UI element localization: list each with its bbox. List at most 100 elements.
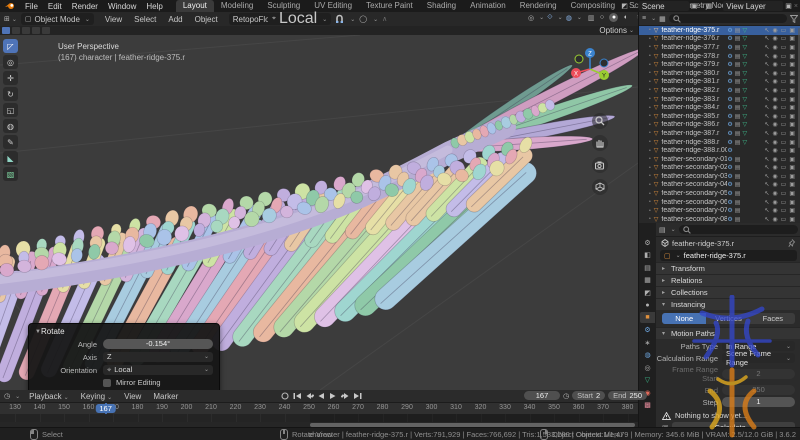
disable-viewport-icon[interactable]: ▭	[781, 27, 787, 34]
disable-render-icon[interactable]: ▣	[789, 173, 795, 180]
properties-tab-physics[interactable]: ◍	[640, 350, 655, 361]
disable-render-icon[interactable]: ▣	[789, 61, 795, 68]
hide-viewport-icon[interactable]: ◉	[772, 96, 777, 103]
hide-viewport-icon[interactable]: ◉	[772, 53, 777, 60]
disable-render-icon[interactable]: ▣	[789, 164, 795, 171]
disable-viewport-icon[interactable]: ▭	[781, 70, 787, 77]
hide-viewport-icon[interactable]: ◉	[772, 44, 777, 51]
disable-viewport-icon[interactable]: ▭	[781, 44, 787, 51]
disable-viewport-icon[interactable]: ▭	[781, 181, 787, 188]
hide-viewport-icon[interactable]: ◉	[772, 147, 777, 154]
properties-tab-texture[interactable]: ▩	[640, 400, 655, 411]
timeline-ruler[interactable]: 1301401501601701801902002102202302402502…	[0, 403, 638, 414]
selectable-toggle-icon[interactable]: ↖	[764, 199, 769, 206]
hide-viewport-icon[interactable]: ◉	[772, 156, 777, 163]
properties-tab-tool[interactable]: ⚙	[640, 237, 655, 248]
outliner-item[interactable]: •▽feather-secondary-03.r⚙▤↖◉▭▣	[639, 172, 800, 181]
zoom-tool-icon[interactable]	[592, 113, 608, 129]
selectable-toggle-icon[interactable]: ↖	[764, 147, 769, 154]
selectable-toggle-icon[interactable]: ↖	[764, 139, 769, 146]
properties-tab-output[interactable]: ▤	[640, 262, 655, 273]
start-frame-field[interactable]: Start2	[572, 391, 605, 400]
properties-tab-world[interactable]: ●	[640, 300, 655, 311]
disable-viewport-icon[interactable]: ▭	[781, 164, 787, 171]
scene-selector[interactable]: Scene	[639, 1, 689, 11]
hide-viewport-icon[interactable]: ◉	[772, 87, 777, 94]
disable-viewport-icon[interactable]: ▭	[781, 216, 787, 223]
outliner-item[interactable]: •▽feather-ridge-379.r⚙▤▽↖◉▭▣	[639, 60, 800, 69]
instancing-option-faces[interactable]: Faces	[751, 313, 795, 324]
hide-viewport-icon[interactable]: ◉	[772, 113, 777, 120]
disable-viewport-icon[interactable]: ▭	[781, 104, 787, 111]
disable-render-icon[interactable]: ▣	[789, 96, 795, 103]
hide-viewport-icon[interactable]: ◉	[772, 70, 777, 77]
next-keyframe-icon[interactable]	[340, 391, 350, 400]
selectable-toggle-icon[interactable]: ↖	[764, 181, 769, 188]
hide-viewport-icon[interactable]: ◉	[772, 139, 777, 146]
snap-magnet-icon[interactable]	[335, 14, 344, 24]
tool-rotate[interactable]: ↻	[3, 87, 18, 101]
current-frame-field[interactable]: 167	[524, 391, 560, 400]
camera-view-icon[interactable]	[592, 157, 608, 173]
outliner-item[interactable]: •▽feather-ridge-381.r⚙▤▽↖◉▭▣	[639, 78, 800, 87]
selectable-toggle-icon[interactable]: ↖	[764, 130, 769, 137]
outliner-item[interactable]: •▽feather-secondary-01.r⚙▤↖◉▭▣	[639, 155, 800, 164]
outliner-item[interactable]: •▽feather-ridge-385.r⚙▤▽↖◉▭▣	[639, 112, 800, 121]
disable-viewport-icon[interactable]: ▭	[781, 61, 787, 68]
selectable-toggle-icon[interactable]: ↖	[764, 216, 769, 223]
disable-viewport-icon[interactable]: ▭	[781, 113, 787, 120]
calc-range-dropdown[interactable]: Scene Frame Range⌄	[722, 353, 795, 363]
disable-render-icon[interactable]: ▣	[789, 139, 795, 146]
shading-wireframe-icon[interactable]: ○	[597, 13, 606, 22]
properties-search-input[interactable]	[679, 225, 798, 234]
select-mode-intersect[interactable]	[42, 27, 50, 34]
selectable-toggle-icon[interactable]: ↖	[764, 96, 769, 103]
outliner-item[interactable]: •▽feather-ridge-380.r⚙▤▽↖◉▭▣	[639, 69, 800, 78]
shading-material-icon[interactable]: ◐	[621, 13, 630, 22]
disable-viewport-icon[interactable]: ▭	[781, 35, 787, 42]
disable-render-icon[interactable]: ▣	[789, 207, 795, 214]
selectable-toggle-icon[interactable]: ↖	[764, 53, 769, 60]
disable-viewport-icon[interactable]: ▭	[781, 121, 787, 128]
workspace-tab-texture-paint[interactable]: Texture Paint	[359, 0, 420, 12]
tool-select-box[interactable]: ◸	[3, 39, 18, 53]
panel-instancing[interactable]: ▾Instancing	[656, 298, 800, 310]
step-field[interactable]: 1	[722, 397, 795, 407]
tool-measure[interactable]: ◣	[3, 151, 18, 165]
workspace-tab-layout[interactable]: Layout	[176, 0, 214, 12]
viewport-menu-select[interactable]: Select	[129, 15, 161, 24]
disable-render-icon[interactable]: ▣	[789, 181, 795, 188]
workspace-tab-shading[interactable]: Shading	[420, 0, 463, 12]
play-icon[interactable]	[328, 391, 338, 400]
disable-render-icon[interactable]: ▣	[789, 147, 795, 154]
selectable-toggle-icon[interactable]: ↖	[764, 70, 769, 77]
disable-render-icon[interactable]: ▣	[789, 130, 795, 137]
timeline-editor-icon[interactable]: ◷	[4, 392, 10, 400]
hide-viewport-icon[interactable]: ◉	[772, 216, 777, 223]
selectable-toggle-icon[interactable]: ↖	[764, 61, 769, 68]
properties-tab-constraints[interactable]: ◎	[640, 362, 655, 373]
properties-tab-view-layer[interactable]: ▦	[640, 275, 655, 286]
disable-render-icon[interactable]: ▣	[789, 70, 795, 77]
hide-viewport-icon[interactable]: ◉	[772, 164, 777, 171]
menu-window[interactable]: Window	[103, 2, 141, 11]
panel-relations[interactable]: ▸Relations	[656, 274, 800, 286]
disable-render-icon[interactable]: ▣	[789, 87, 795, 94]
select-mode-invert[interactable]	[32, 27, 40, 34]
operator-panel-header[interactable]: ▼ Rotate	[35, 327, 213, 336]
selectable-toggle-icon[interactable]: ↖	[764, 87, 769, 94]
outliner-item[interactable]: •▽feather-secondary-04.r⚙▤↖◉▭▣	[639, 181, 800, 190]
tool-cursor[interactable]: ◎	[3, 55, 18, 69]
pivot-point-icon[interactable]: ◎	[528, 14, 534, 22]
disable-viewport-icon[interactable]: ▭	[781, 190, 787, 197]
mirror-editing-checkbox[interactable]	[103, 379, 111, 387]
new-scene-icon[interactable]: ▣	[691, 2, 698, 10]
play-reverse-icon[interactable]	[316, 391, 326, 400]
timeline-menu-keying[interactable]: Keying⌄	[76, 392, 118, 401]
selectable-toggle-icon[interactable]: ↖	[764, 190, 769, 197]
timeline-menu-playback[interactable]: Playback⌄	[24, 392, 74, 401]
disable-render-icon[interactable]: ▣	[789, 190, 795, 197]
hide-viewport-icon[interactable]: ◉	[772, 190, 777, 197]
disable-render-icon[interactable]: ▣	[789, 216, 795, 223]
workspace-tab-animation[interactable]: Animation	[463, 0, 513, 12]
